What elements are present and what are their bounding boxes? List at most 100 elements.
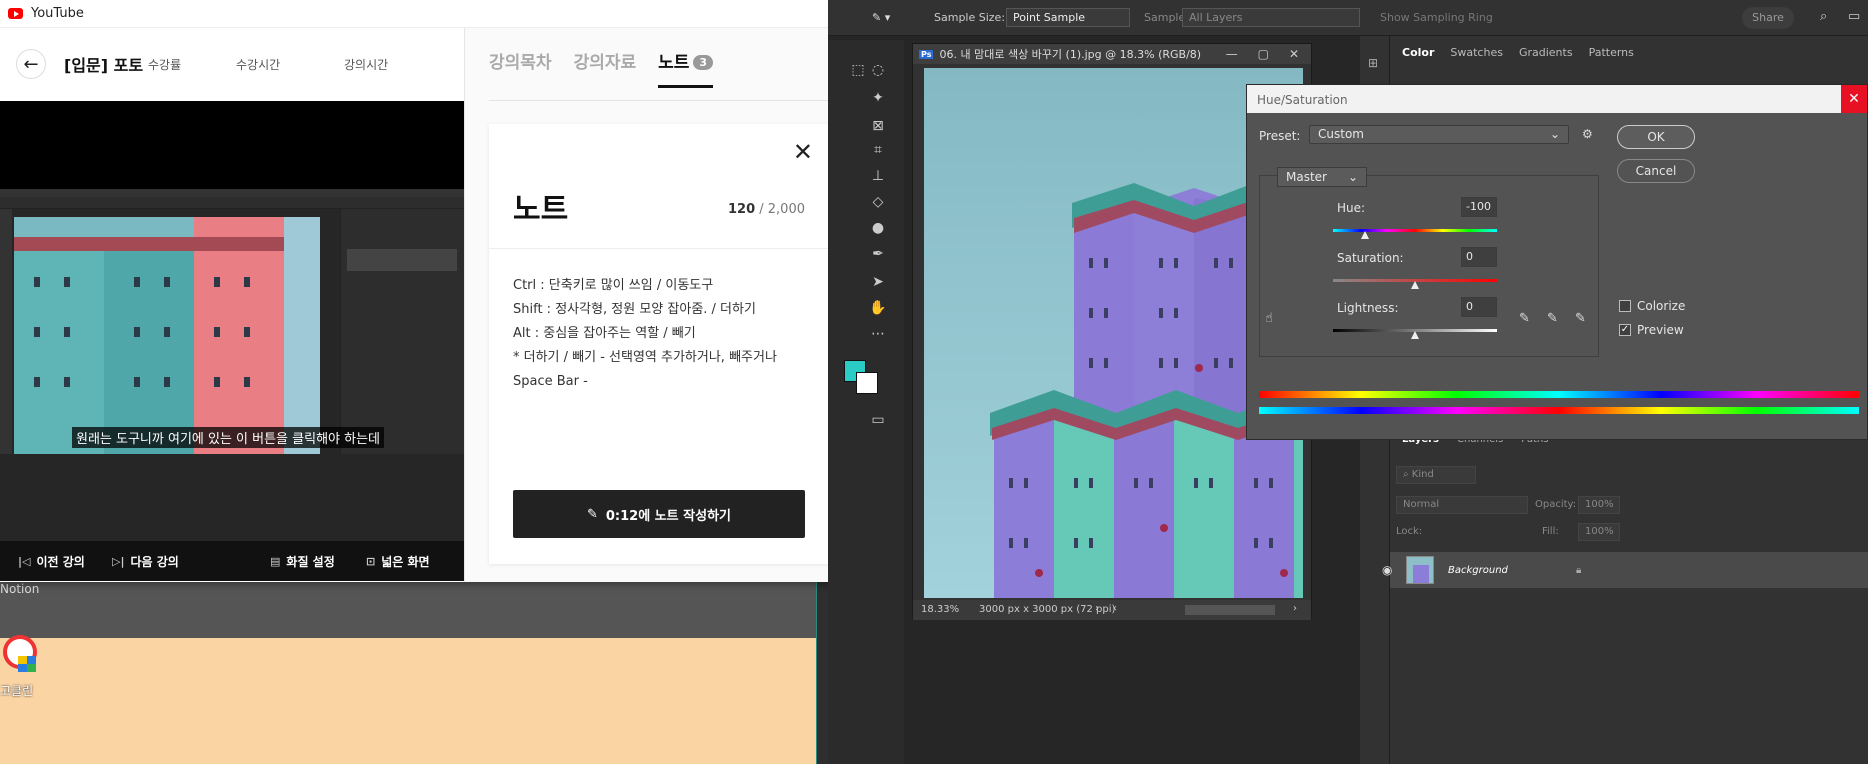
preview-label: Preview [1637,323,1684,337]
marquee-tool-icon[interactable]: ⬚ [848,60,868,80]
back-button[interactable]: ← [16,49,46,79]
eyedropper-add-icon[interactable]: ✎ [1547,311,1558,326]
eyedropper-tool-icon[interactable]: ✎ ▾ [872,11,890,24]
previous-lecture-button[interactable]: |◁ 이전 강의 [18,553,85,570]
tab-swatches[interactable]: Swatches [1450,46,1503,59]
close-icon[interactable]: ✕ [1289,47,1299,61]
youtube-app-window: YouTube ← [입문] 포토 수강률 수강시간 강의시간 원래는 도구니까… [0,0,852,582]
kind-label: Kind [1411,469,1434,480]
eye-icon[interactable]: ◉ [1382,563,1392,577]
hue-slider-track[interactable] [1333,229,1497,232]
wide-screen-button[interactable]: ⊡ 넓은 화면 [366,553,430,570]
tab-color[interactable]: Color [1402,46,1434,59]
wide-screen-label: 넓은 화면 [381,554,430,569]
tab-notes[interactable]: 노트 3 [658,48,714,88]
hue-slider-knob[interactable] [1361,231,1369,239]
note-editor-card: ✕ 노트 120 / 2,000 Ctrl : 단축키로 많이 쓰임 / 이동도… [489,124,829,564]
sample-select[interactable]: All Layers [1182,8,1360,27]
crop-tool-icon[interactable]: ⌗ [868,140,888,160]
saturation-input[interactable]: 0 [1461,247,1497,267]
video-frame [0,189,464,554]
fill-input[interactable]: 100% [1578,523,1620,541]
ok-button[interactable]: OK [1617,125,1695,149]
eyedropper-icon[interactable]: ✎ [1519,311,1530,326]
stamp-tool-icon[interactable]: ⊥ [868,166,888,186]
minimize-icon[interactable]: — [1226,47,1238,61]
lasso-tool-icon[interactable]: ◌ [868,60,888,80]
document-tab[interactable]: Ps 06. 내 맘대로 색상 바꾸기 (1).jpg @ 18.3% (RGB… [913,44,1311,64]
saturation-slider-knob[interactable] [1411,281,1419,289]
search-icon[interactable]: ⌕ [1820,9,1827,24]
hand-tool-icon[interactable]: ✋ [868,298,888,318]
tab-lecture-materials[interactable]: 강의자료 [574,48,637,88]
colorize-checkbox[interactable]: Colorize [1619,299,1685,313]
app-title: YouTube [31,6,84,21]
dialog-titlebar[interactable]: Hue/Saturation ✕ [1247,85,1867,113]
pen-tool-icon[interactable]: ✒ [868,244,888,264]
chevron-right-icon[interactable]: › [1095,603,1099,614]
tab-lecture-list[interactable]: 강의목차 [489,48,552,88]
channel-select[interactable]: Master ⌄ [1277,167,1367,187]
frame-tool-icon[interactable]: ⊠ [868,116,888,136]
app-titlebar: YouTube [0,0,852,28]
document-title: 06. 내 맘대로 색상 바꾸기 (1).jpg @ 18.3% (RGB/8) [939,48,1202,61]
write-note-button[interactable]: ✎ 0:12에 노트 작성하기 [513,490,805,538]
preset-label: Preset: [1259,129,1301,143]
opacity-label: Opacity: [1535,499,1577,510]
lightness-input[interactable]: 0 [1461,297,1497,317]
gocleaner-desktop-icon[interactable] [0,634,38,674]
eraser-tool-icon[interactable]: ◇ [868,192,888,212]
show-sampling-ring-checkbox[interactable]: Show Sampling Ring [1380,11,1493,24]
scroll-left-icon[interactable]: ‹ [1113,603,1117,614]
preset-select[interactable]: Custom ⌄ [1309,125,1569,144]
lightness-slider-knob[interactable] [1411,331,1419,339]
gear-icon[interactable]: ⚙ [1582,127,1593,141]
colorize-label: Colorize [1637,299,1686,313]
blur-tool-icon[interactable]: ● [868,218,888,238]
hue-saturation-dialog: Hue/Saturation ✕ Preset: Custom ⌄ ⚙ OK C… [1246,84,1868,440]
more-tools-icon[interactable]: ⋯ [868,324,888,344]
opacity-input[interactable]: 100% [1578,496,1620,514]
options-bar: ✎ ▾ Sample Size: Point Sample Sample: Al… [828,0,1868,36]
layer-name[interactable]: Background [1448,565,1508,576]
hand-adjust-icon[interactable]: ☝ [1265,311,1273,326]
next-lecture-button[interactable]: ▷| 다음 강의 [112,553,179,570]
background-color-swatch[interactable] [856,372,878,394]
note-line: Alt : 중심을 잡아주는 역할 / 빼기 [513,326,696,341]
tab-gradients[interactable]: Gradients [1519,46,1573,59]
restore-icon[interactable]: ▢ [1258,47,1269,61]
path-selection-tool-icon[interactable]: ➤ [868,272,888,292]
video-controls-bar: |◁ 이전 강의 ▷| 다음 강의 ▤ 화질 설정 ⊡ 넓은 화면 [0,541,464,581]
lecture-time-label: 강의시간 [344,58,389,72]
hue-input[interactable]: -100 [1461,197,1497,217]
dialog-close-button[interactable]: ✕ [1841,85,1867,113]
preview-checkbox[interactable]: ✓ Preview [1619,323,1684,337]
photoshop-file-icon: Ps [919,49,934,59]
layer-kind-filter[interactable]: ⌕ Kind [1396,466,1476,484]
tab-patterns[interactable]: Patterns [1589,46,1634,59]
lightness-label: Lightness: [1337,301,1399,315]
close-note-button[interactable]: ✕ [793,138,813,166]
video-player[interactable]: 원래는 도구니까 여기에 있는 이 버튼을 클릭해야 하는데 [0,101,464,554]
sample-size-select[interactable]: Point Sample [1006,8,1130,27]
color-panel-tabs: Color Swatches Gradients Patterns [1390,46,1634,59]
next-lecture-label: 다음 강의 [130,554,179,569]
close-icon: ✕ [1848,91,1860,107]
horizontal-scrollbar-thumb[interactable] [1185,605,1275,615]
layer-row-background[interactable]: ◉ Background 🔒︎ [1382,552,1868,588]
blend-mode-select[interactable]: Normal [1396,496,1528,514]
share-button[interactable]: Share [1742,7,1794,29]
photoshop-window: ✎ ▾ Sample Size: Point Sample Sample: Al… [828,0,1868,764]
screen-mode-icon[interactable]: ▭ [868,410,888,430]
magic-wand-tool-icon[interactable]: ✦ [868,88,888,108]
desktop-icon-label: 고클린 [0,684,34,698]
eyedropper-subtract-icon[interactable]: ✎ [1575,311,1586,326]
panel-history-icon[interactable]: ⊞ [1368,56,1378,70]
note-textarea[interactable]: Ctrl : 단축키로 많이 쓰임 / 이동도구 Shift : 정사각형, 정… [513,274,813,394]
zoom-level[interactable]: 18.33% [921,604,959,615]
lecture-side-panel: 강의목차 강의자료 노트 3 ✕ 노트 120 / 2,000 Ctrl : 단축… [464,28,852,582]
scroll-right-icon[interactable]: › [1293,603,1297,614]
workspace-icon[interactable]: ▭ [1848,9,1860,24]
cancel-button[interactable]: Cancel [1617,159,1695,183]
quality-settings-button[interactable]: ▤ 화질 설정 [270,553,335,570]
